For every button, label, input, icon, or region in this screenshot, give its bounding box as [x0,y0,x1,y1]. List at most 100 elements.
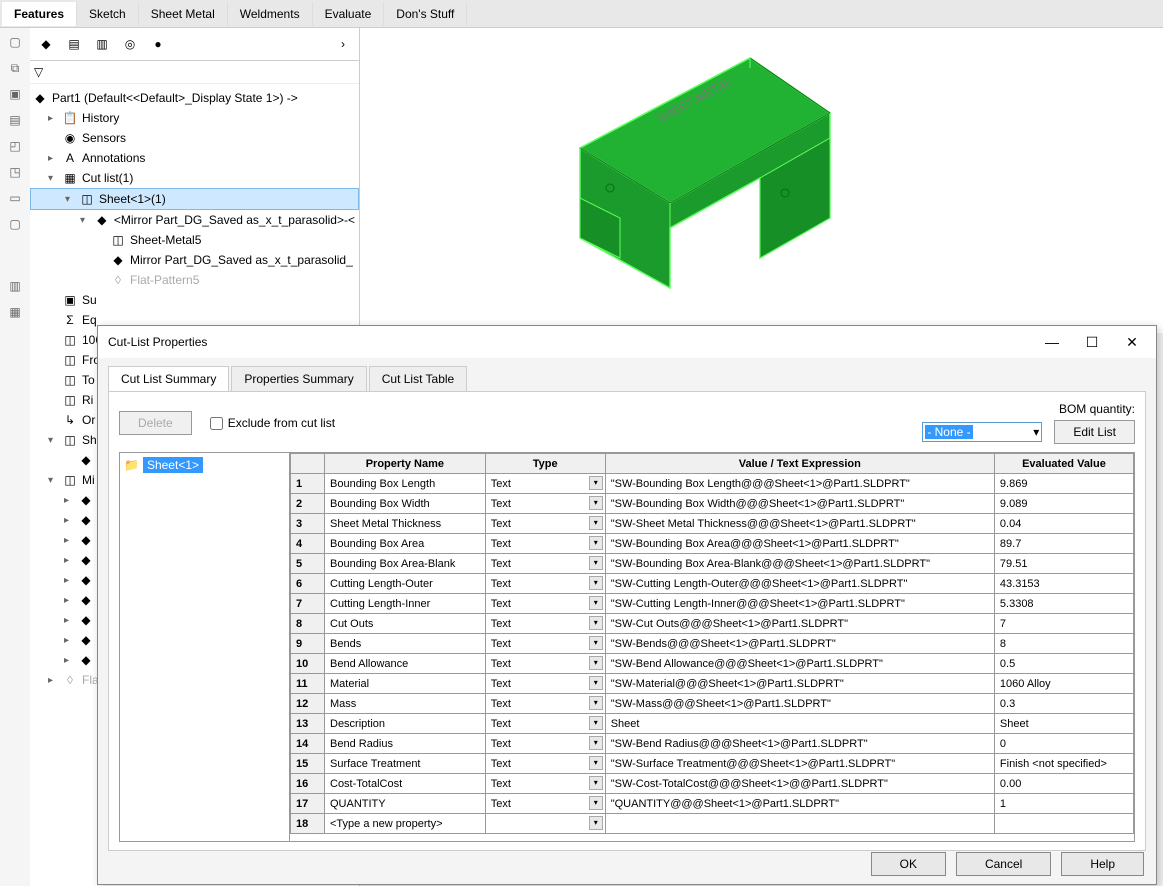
minimize-icon[interactable]: — [1038,332,1066,352]
cell-expr[interactable]: "SW-Cutting Length-Outer@@@Sheet<1>@Part… [605,574,994,594]
maximize-icon[interactable]: ☐ [1078,332,1106,352]
cell-name[interactable]: Cut Outs [325,614,486,634]
strip-copy-icon[interactable]: ⧉ [5,58,25,78]
cell-type[interactable]: Text▾ [485,514,605,534]
exclude-checkbox[interactable] [210,417,223,430]
cell-expr[interactable]: "SW-Surface Treatment@@@Sheet<1>@Part1.S… [605,754,994,774]
strip-box-icon[interactable]: ◰ [5,136,25,156]
chevron-down-icon[interactable]: ▾ [589,676,603,690]
tab-properties-summary[interactable]: Properties Summary [231,366,366,391]
cell-type[interactable]: Text▾ [485,614,605,634]
table-row[interactable]: 17QUANTITYText▾"QUANTITY@@@Sheet<1>@Part… [291,794,1134,814]
cell-name[interactable]: Bounding Box Area-Blank [325,554,486,574]
cell-name[interactable]: Bends [325,634,486,654]
chevron-down-icon[interactable]: ▾ [589,536,603,550]
table-row[interactable]: 16Cost-TotalCostText▾"SW-Cost-TotalCost@… [291,774,1134,794]
cell-name[interactable]: Bounding Box Length [325,474,486,494]
cell-name[interactable]: Surface Treatment [325,754,486,774]
chevron-down-icon[interactable]: ▾ [589,716,603,730]
cell-name[interactable]: Bend Allowance [325,654,486,674]
cell-name[interactable]: Cutting Length-Inner [325,594,486,614]
tree-flatpattern5[interactable]: ◊Flat-Pattern5 [30,270,359,290]
cut-list-root[interactable]: 📁 Sheet<1> [124,457,285,473]
cell-type[interactable]: Text▾ [485,474,605,494]
tree-cutlist[interactable]: ▾▦Cut list(1) [30,168,359,188]
cell-type[interactable]: Text▾ [485,534,605,554]
cell-name[interactable]: Description [325,714,486,734]
exclude-checkbox-wrap[interactable]: Exclude from cut list [210,416,335,430]
table-row[interactable]: 10Bend AllowanceText▾"SW-Bend Allowance@… [291,654,1134,674]
ok-button[interactable]: OK [871,852,946,876]
cell-expr[interactable]: "SW-Sheet Metal Thickness@@@Sheet<1>@Par… [605,514,994,534]
strip-stack-icon[interactable]: ▥ [5,276,25,296]
tree-appearance-icon[interactable]: ● [146,32,170,56]
3d-viewport[interactable]: SHEET METAL [360,28,1163,333]
cell-type[interactable]: Text▾ [485,594,605,614]
cell-name[interactable]: Bounding Box Width [325,494,486,514]
cell-name[interactable]: QUANTITY [325,794,486,814]
tree-sensors[interactable]: ◉Sensors [30,128,359,148]
cell-expr[interactable]: "SW-Bounding Box Width@@@Sheet<1>@Part1.… [605,494,994,514]
new-property-row[interactable]: 18<Type a new property>▾ [291,814,1134,834]
strip-list-icon[interactable]: ▦ [5,302,25,322]
table-row[interactable]: 7Cutting Length-InnerText▾"SW-Cutting Le… [291,594,1134,614]
cell-expr[interactable]: "SW-Bounding Box Area-Blank@@@Sheet<1>@P… [605,554,994,574]
cell-type[interactable]: Text▾ [485,734,605,754]
col-evaluated[interactable]: Evaluated Value [994,454,1133,474]
chevron-down-icon[interactable]: ▾ [589,556,603,570]
cell-name[interactable]: Bounding Box Area [325,534,486,554]
strip-layer2-icon[interactable]: ▤ [5,110,25,130]
delete-button[interactable]: Delete [119,411,192,435]
cell-type[interactable]: Text▾ [485,554,605,574]
tab-sheet-metal[interactable]: Sheet Metal [139,2,228,26]
tree-view-icon[interactable]: ▥ [90,32,114,56]
tree-history[interactable]: ▸📋History [30,108,359,128]
cell-type[interactable]: Text▾ [485,494,605,514]
col-property-name[interactable]: Property Name [325,454,486,474]
cell-name[interactable]: Cutting Length-Outer [325,574,486,594]
cell-type[interactable]: Text▾ [485,774,605,794]
chevron-down-icon[interactable]: ▾ [589,696,603,710]
table-row[interactable]: 2Bounding Box WidthText▾"SW-Bounding Box… [291,494,1134,514]
chevron-down-icon[interactable]: ▾ [589,776,603,790]
chevron-down-icon[interactable]: ▾ [589,816,603,830]
chevron-down-icon[interactable]: ▾ [589,596,603,610]
table-row[interactable]: 6Cutting Length-OuterText▾"SW-Cutting Le… [291,574,1134,594]
strip-layer1-icon[interactable]: ▣ [5,84,25,104]
strip-cube-icon[interactable]: ◳ [5,162,25,182]
cell-expr[interactable]: "SW-Mass@@@Sheet<1>@Part1.SLDPRT" [605,694,994,714]
cell-type[interactable]: Text▾ [485,714,605,734]
cell-type[interactable]: Text▾ [485,694,605,714]
tree-list-icon[interactable]: ▤ [62,32,86,56]
tab-sketch[interactable]: Sketch [77,2,139,26]
cell-type[interactable]: Text▾ [485,654,605,674]
cell-type[interactable]: Text▾ [485,794,605,814]
cell-name[interactable]: Cost-TotalCost [325,774,486,794]
tab-features[interactable]: Features [2,2,77,26]
cell-type[interactable]: Text▾ [485,634,605,654]
table-row[interactable]: 13DescriptionText▾SheetSheet [291,714,1134,734]
tree-su[interactable]: ▣Su [30,290,359,310]
tab-cut-list-table[interactable]: Cut List Table [369,366,468,391]
chevron-down-icon[interactable]: ▾ [589,616,603,630]
help-button[interactable]: Help [1061,852,1144,876]
tree-root[interactable]: ◆Part1 (Default<<Default>_Display State … [30,88,359,108]
cell-name[interactable]: Sheet Metal Thickness [325,514,486,534]
chevron-down-icon[interactable]: ▾ [589,496,603,510]
table-row[interactable]: 8Cut OutsText▾"SW-Cut Outs@@@Sheet<1>@Pa… [291,614,1134,634]
tree-feature-icon[interactable]: ◆ [34,32,58,56]
tree-expand-icon[interactable]: › [331,32,355,56]
table-row[interactable]: 11MaterialText▾"SW-Material@@@Sheet<1>@P… [291,674,1134,694]
tree-annotations[interactable]: ▸AAnnotations [30,148,359,168]
table-row[interactable]: 3Sheet Metal ThicknessText▾"SW-Sheet Met… [291,514,1134,534]
cell-type[interactable]: Text▾ [485,574,605,594]
tree-mirror1[interactable]: ▾◆<Mirror Part_DG_Saved as_x_t_parasolid… [30,210,359,230]
chevron-down-icon[interactable]: ▾ [589,656,603,670]
table-row[interactable]: 15Surface TreatmentText▾"SW-Surface Trea… [291,754,1134,774]
chevron-down-icon[interactable]: ▾ [589,516,603,530]
cell-name[interactable]: Material [325,674,486,694]
cell-expr[interactable]: "SW-Bend Radius@@@Sheet<1>@Part1.SLDPRT" [605,734,994,754]
cell-expr[interactable]: "SW-Bend Allowance@@@Sheet<1>@Part1.SLDP… [605,654,994,674]
tab-cut-list-summary[interactable]: Cut List Summary [108,366,229,391]
chevron-down-icon[interactable]: ▾ [589,756,603,770]
